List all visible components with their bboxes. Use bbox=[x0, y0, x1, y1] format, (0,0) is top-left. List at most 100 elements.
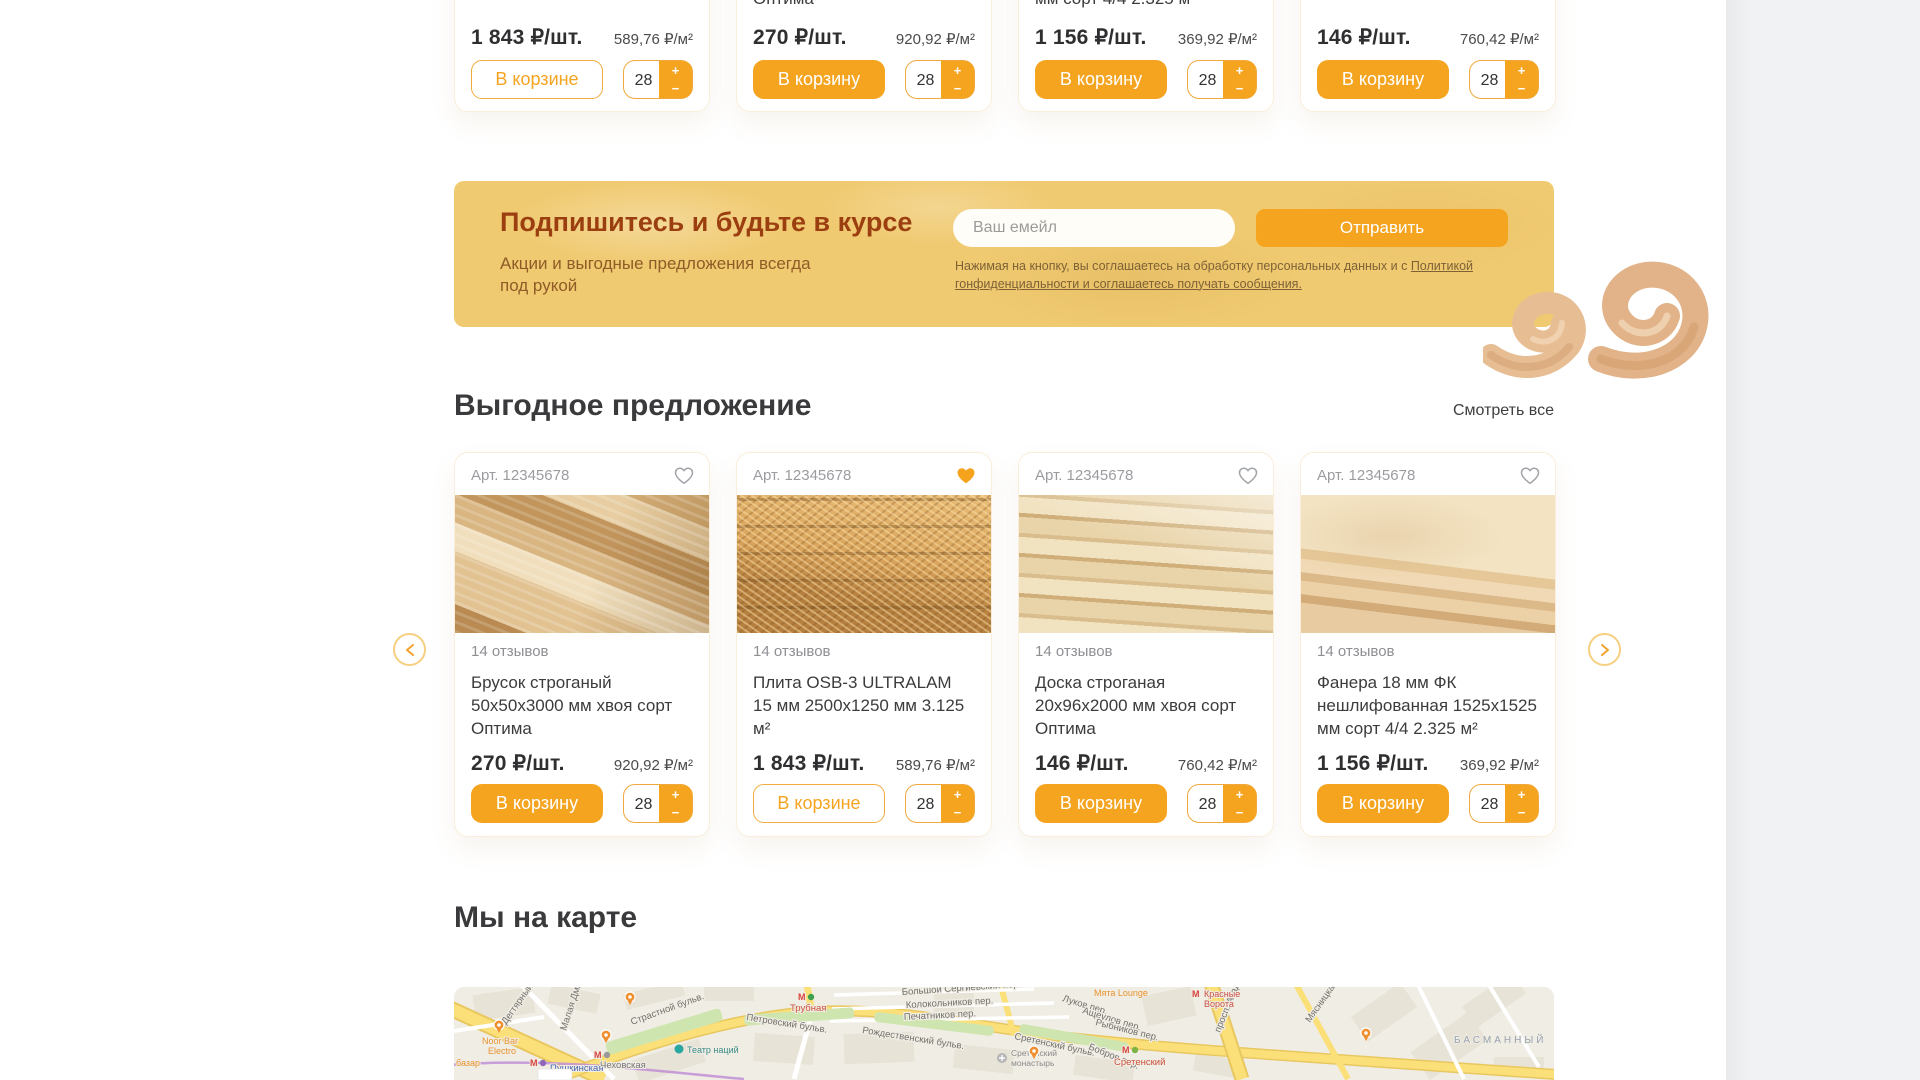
quantity-input[interactable] bbox=[1470, 61, 1509, 100]
quantity-plus-button[interactable]: + bbox=[1505, 61, 1538, 80]
stepper-controls: + − bbox=[1223, 785, 1256, 822]
product-image[interactable] bbox=[1301, 495, 1555, 633]
product-sku: Арт. 12345678 bbox=[753, 467, 851, 484]
quantity-stepper: + − bbox=[1187, 60, 1257, 99]
product-reviews[interactable]: 14 отзывов bbox=[1317, 643, 1395, 660]
product-price: 1 843 ₽/шт. bbox=[471, 25, 583, 50]
product-image[interactable] bbox=[1019, 495, 1273, 633]
quantity-minus-button[interactable]: − bbox=[941, 804, 974, 823]
product-price-per-m2: 760,42 ₽/м² bbox=[1178, 756, 1257, 774]
metro-station-label: Ворота bbox=[1204, 999, 1234, 1009]
quantity-input[interactable] bbox=[906, 785, 945, 824]
subscribe-disclaimer: Нажимая на кнопку, вы соглашаетесь на об… bbox=[955, 258, 1503, 293]
quantity-stepper: + − bbox=[623, 784, 693, 823]
quantity-minus-button[interactable]: − bbox=[1223, 80, 1256, 99]
add-to-cart-button[interactable]: В корзину bbox=[1035, 784, 1167, 823]
product-price: 146 ₽/шт. bbox=[1035, 751, 1129, 776]
stepper-controls: + − bbox=[659, 61, 692, 98]
product-reviews[interactable]: 14 отзывов bbox=[1035, 643, 1113, 660]
price-row: 1 156 ₽/шт. 369,92 ₽/м² bbox=[1035, 25, 1257, 50]
buy-row: В корзине + − bbox=[753, 784, 975, 823]
map-canvas: Дегтярный пер. Малая Дмитровка Страстной… bbox=[454, 987, 1554, 1080]
add-to-cart-button[interactable]: В корзину bbox=[753, 60, 885, 99]
product-card-partial: Оптима 270 ₽/шт. 920,92 ₽/м² В корзину +… bbox=[736, 0, 992, 112]
heart-icon bbox=[1518, 463, 1542, 487]
price-row: 146 ₽/шт. 760,42 ₽/м² bbox=[1035, 751, 1257, 776]
carousel-prev-button[interactable] bbox=[393, 633, 426, 666]
quantity-plus-button[interactable]: + bbox=[941, 61, 974, 80]
product-reviews[interactable]: 14 отзывов bbox=[753, 643, 831, 660]
favorite-button[interactable] bbox=[1233, 461, 1263, 491]
quantity-stepper: + − bbox=[1187, 784, 1257, 823]
product-price-per-m2: 589,76 ₽/м² bbox=[614, 30, 693, 48]
add-to-cart-button[interactable]: В корзину bbox=[1035, 60, 1167, 99]
favorite-button-active[interactable] bbox=[951, 461, 981, 491]
quantity-input[interactable] bbox=[624, 785, 663, 824]
quantity-plus-button[interactable]: + bbox=[659, 785, 692, 804]
favorite-button[interactable] bbox=[1515, 461, 1545, 491]
disclaimer-text: Нажимая на кнопку, вы соглашаетесь на об… bbox=[955, 259, 1411, 273]
quantity-minus-button[interactable]: − bbox=[659, 804, 692, 823]
stepper-controls: + − bbox=[941, 61, 974, 98]
quantity-minus-button[interactable]: − bbox=[1505, 804, 1538, 823]
buy-row: В корзину + − bbox=[753, 60, 975, 99]
stepper-controls: + − bbox=[941, 785, 974, 822]
product-price-per-m2: 589,76 ₽/м² bbox=[896, 756, 975, 774]
quantity-stepper: + − bbox=[623, 60, 693, 99]
quantity-stepper: + − bbox=[905, 784, 975, 823]
product-image[interactable] bbox=[737, 495, 991, 633]
product-price: 1 843 ₽/шт. bbox=[753, 751, 865, 776]
buy-row: В корзину + − bbox=[471, 784, 693, 823]
subscribe-title: Подпишитесь и будьте в курсе bbox=[500, 207, 912, 238]
email-input[interactable] bbox=[953, 209, 1235, 247]
quantity-plus-button[interactable]: + bbox=[1223, 61, 1256, 80]
quantity-minus-button[interactable]: − bbox=[659, 80, 692, 99]
product-title-fragment: мм сорт 4/4 2.325 м² bbox=[1035, 0, 1257, 9]
price-row: 270 ₽/шт. 920,92 ₽/м² bbox=[753, 25, 975, 50]
add-to-cart-button[interactable]: В корзину bbox=[1317, 784, 1449, 823]
product-reviews[interactable]: 14 отзывов bbox=[471, 643, 549, 660]
page-background-strip bbox=[1726, 0, 1920, 1080]
quantity-plus-button[interactable]: + bbox=[941, 785, 974, 804]
subscribe-submit-button[interactable]: Отправить bbox=[1256, 209, 1508, 247]
carousel-next-button[interactable] bbox=[1588, 633, 1621, 666]
product-title[interactable]: Фанера 18 мм ФК нешлифованная 1525x1525 … bbox=[1317, 671, 1539, 740]
see-all-link[interactable]: Смотреть все bbox=[1453, 402, 1554, 420]
poi-label: Театр наций bbox=[687, 1045, 739, 1055]
quantity-minus-button[interactable]: − bbox=[1223, 804, 1256, 823]
quantity-plus-button[interactable]: + bbox=[1505, 785, 1538, 804]
favorite-button[interactable] bbox=[669, 461, 699, 491]
stepper-controls: + − bbox=[1505, 61, 1538, 98]
product-sku: Арт. 12345678 bbox=[1317, 467, 1415, 484]
quantity-plus-button[interactable]: + bbox=[1223, 785, 1256, 804]
quantity-minus-button[interactable]: − bbox=[1505, 80, 1538, 99]
product-image[interactable] bbox=[455, 495, 709, 633]
metro-icon: М bbox=[530, 1058, 538, 1068]
product-title[interactable]: Доска строганая 20x96x2000 мм хвоя сорт … bbox=[1035, 671, 1257, 740]
product-title[interactable]: Брусок строганый 50x50x3000 мм хвоя сорт… bbox=[471, 671, 693, 740]
product-sku: Арт. 12345678 bbox=[1035, 467, 1133, 484]
district-label: БАСМАННЫЙ bbox=[1454, 1033, 1546, 1046]
subscribe-subtitle: Акции и выгодные предложения всегда под … bbox=[500, 253, 830, 297]
quantity-input[interactable] bbox=[1188, 785, 1227, 824]
in-cart-button[interactable]: В корзине bbox=[753, 784, 885, 823]
quantity-stepper: + − bbox=[1469, 784, 1539, 823]
quantity-input[interactable] bbox=[1470, 785, 1509, 824]
product-price: 1 156 ₽/шт. bbox=[1317, 751, 1429, 776]
product-title[interactable]: Плита OSB-3 ULTRALAM 15 мм 2500x1250 мм … bbox=[753, 671, 975, 740]
in-cart-button[interactable]: В корзине bbox=[471, 60, 603, 99]
map[interactable]: Дегтярный пер. Малая Дмитровка Страстной… bbox=[454, 987, 1554, 1080]
quantity-input[interactable] bbox=[906, 61, 945, 100]
add-to-cart-button[interactable]: В корзину bbox=[1317, 60, 1449, 99]
product-card: Арт. 12345678 14 отзывов Фанера 18 мм ФК… bbox=[1300, 452, 1556, 837]
stepper-controls: + − bbox=[1223, 61, 1256, 98]
metro-station-label: Чеховская bbox=[600, 1060, 646, 1071]
heart-icon bbox=[672, 463, 696, 487]
quantity-input[interactable] bbox=[1188, 61, 1227, 100]
add-to-cart-button[interactable]: В корзину bbox=[471, 784, 603, 823]
quantity-minus-button[interactable]: − bbox=[941, 80, 974, 99]
quantity-plus-button[interactable]: + bbox=[659, 61, 692, 80]
buy-row: В корзине + − bbox=[471, 60, 693, 99]
product-price-per-m2: 369,92 ₽/м² bbox=[1178, 30, 1257, 48]
quantity-input[interactable] bbox=[624, 61, 663, 100]
